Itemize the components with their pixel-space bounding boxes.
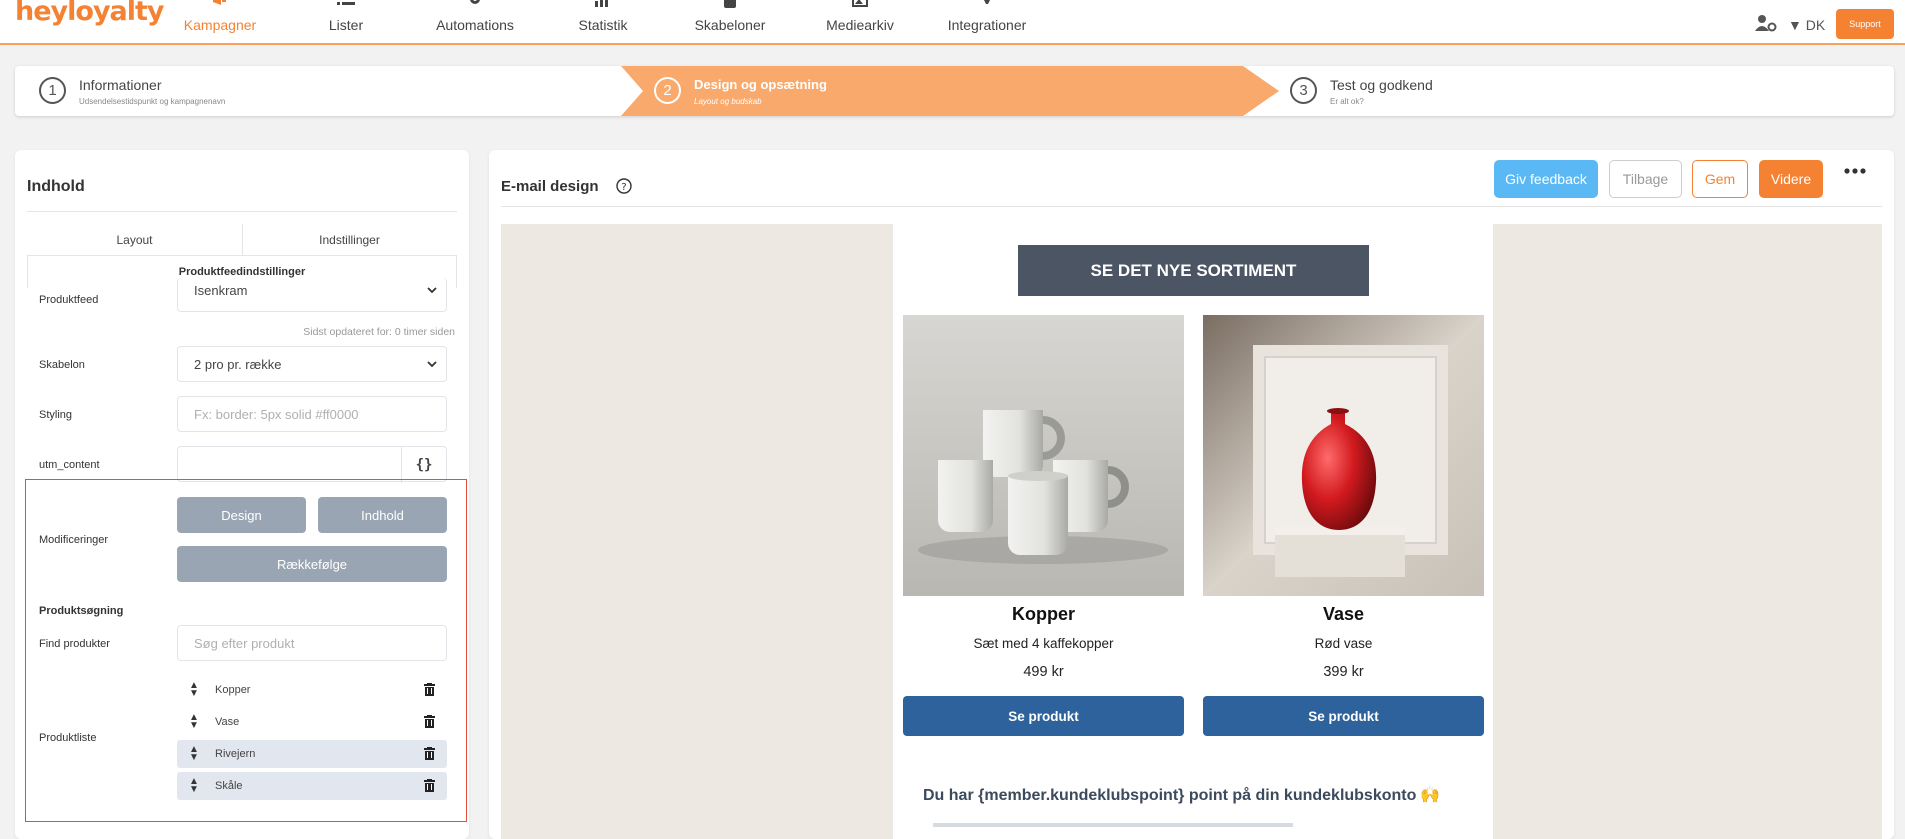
support-button[interactable]: Support xyxy=(1836,9,1894,39)
product-list-label: Produktliste xyxy=(39,732,97,744)
divider xyxy=(501,206,1882,207)
next-button[interactable]: Videre xyxy=(1759,160,1823,198)
trash-icon[interactable] xyxy=(424,715,435,728)
language-selector[interactable]: ▼ DK xyxy=(1788,17,1825,33)
image-gallery-icon xyxy=(852,0,868,7)
sort-icon[interactable]: ▲ ▼ xyxy=(189,713,199,731)
feedback-button[interactable]: Giv feedback xyxy=(1494,160,1598,198)
sort-icon[interactable]: ▲ ▼ xyxy=(189,745,199,763)
panel-title: E-mail design xyxy=(501,178,599,195)
more-options-icon[interactable] xyxy=(1844,168,1866,174)
megaphone-icon xyxy=(213,0,226,5)
email-canvas: SE DET NYE SORTIMENT Kopper Sæt med 4 ka… xyxy=(501,224,1882,839)
save-button[interactable]: Gem xyxy=(1692,160,1748,198)
panel-title: Indhold xyxy=(27,178,85,195)
step-informationer[interactable]: 1 Informationer Udsendelsestidspunkt og … xyxy=(27,66,607,116)
styling-label: Styling xyxy=(39,409,73,421)
back-button[interactable]: Tilbage xyxy=(1609,160,1682,198)
trash-icon[interactable] xyxy=(424,779,435,792)
find-products-label: Find produkter xyxy=(39,638,110,650)
product-price: 399 kr xyxy=(1323,664,1364,680)
raised-hands-icon: 🙌 xyxy=(1420,787,1441,804)
styling-input[interactable]: Fx: border: 5px solid #ff0000 xyxy=(177,396,447,432)
product-image-vase xyxy=(1203,315,1484,596)
tab-layout[interactable]: Layout xyxy=(27,224,242,256)
plug-icon xyxy=(984,0,990,4)
see-product-button[interactable]: Se produkt xyxy=(903,696,1184,736)
clipped-text-line xyxy=(933,823,1293,827)
tab-bar: Layout Indstillinger xyxy=(27,224,457,256)
feed-select[interactable]: Isenkram xyxy=(177,278,447,312)
list-item[interactable]: ▲ ▼ Skåle xyxy=(177,772,447,800)
tab-indstillinger[interactable]: Indstillinger xyxy=(242,224,457,256)
sort-icon[interactable]: ▲ ▼ xyxy=(189,777,199,795)
sort-icon[interactable]: ▲ ▼ xyxy=(189,681,199,699)
divider xyxy=(27,211,457,212)
utm-content-label: utm_content xyxy=(39,459,100,471)
product-name: Kopper xyxy=(1012,604,1075,624)
chevron-down-icon xyxy=(427,361,437,368)
modifications-label: Modificeringer xyxy=(39,534,109,546)
order-button[interactable]: Rækkefølge xyxy=(177,546,447,582)
step-design[interactable]: 2 Design og opsætning Layout og budskab xyxy=(642,66,1202,116)
list-item[interactable]: ▲ ▼ Kopper xyxy=(177,676,447,704)
points-text: Du har {member.kundeklubspoint} point på… xyxy=(923,787,1441,804)
user-settings-icon[interactable] xyxy=(1755,14,1777,32)
list-item[interactable]: ▲ ▼ Vase xyxy=(177,708,447,736)
nav-item-automations[interactable]: Automations xyxy=(430,0,520,42)
product-name: Vase xyxy=(1322,604,1365,624)
product-search-heading: Produktsøgning xyxy=(39,605,124,617)
product-description: Sæt med 4 kaffekopper xyxy=(973,636,1114,651)
step-test[interactable]: 3 Test og godkend Er alt ok? xyxy=(1278,66,1838,116)
email-preview[interactable]: SE DET NYE SORTIMENT Kopper Sæt med 4 ka… xyxy=(893,224,1493,839)
nav-item-integrationer[interactable]: Integrationer xyxy=(942,0,1032,42)
template-icon xyxy=(724,0,736,8)
product-image-cups xyxy=(903,315,1184,596)
product-description: Rød vase xyxy=(1314,636,1373,651)
bar-chart-icon xyxy=(595,0,608,7)
feed-updated-hint: Sidst opdateret for: 0 timer siden xyxy=(303,326,455,338)
chevron-down-icon xyxy=(427,287,437,294)
help-icon[interactable]: ? xyxy=(616,178,632,194)
template-select[interactable]: 2 pro pr. række xyxy=(177,346,447,382)
merge-tag-button[interactable]: {} xyxy=(401,447,446,483)
see-product-button[interactable]: Se produkt xyxy=(1203,696,1484,736)
utm-content-input[interactable]: {} xyxy=(177,446,447,483)
svg-text:?: ? xyxy=(621,182,626,193)
nav-item-statistik[interactable]: Statistik xyxy=(573,0,633,42)
product-price: 499 kr xyxy=(1023,664,1064,680)
template-label: Skabelon xyxy=(39,359,85,371)
trash-icon[interactable] xyxy=(424,747,435,760)
design-button[interactable]: Design xyxy=(177,497,306,533)
list-icon xyxy=(337,2,355,5)
product-list: ▲ ▼ Kopper ▲ ▼ Vase ▲ ▼ Rivejern ▲ ▼ Skåle xyxy=(177,676,447,804)
progress-stepper: 1 Informationer Udsendelsestidspunkt og … xyxy=(15,66,1894,116)
trash-icon[interactable] xyxy=(424,683,435,696)
product-search-input[interactable]: Søg efter produkt xyxy=(177,625,447,661)
list-item[interactable]: ▲ ▼ Rivejern xyxy=(177,740,447,768)
email-design-panel: E-mail design ? Giv feedback Tilbage Gem… xyxy=(489,150,1894,839)
logo[interactable]: heyloyalty xyxy=(15,0,165,27)
hero-banner[interactable]: SE DET NYE SORTIMENT xyxy=(1018,245,1369,296)
cogs-icon xyxy=(470,0,480,4)
nav-item-mediearkiv[interactable]: Mediearkiv xyxy=(820,0,900,42)
nav-item-skabeloner[interactable]: Skabeloner xyxy=(690,0,770,42)
feed-label: Produktfeed xyxy=(39,294,99,306)
top-navigation: heyloyalty Kampagner Lister Automations … xyxy=(0,0,1905,45)
nav-item-lister[interactable]: Lister xyxy=(316,0,376,42)
content-panel: Indhold Layout Indstillinger Produktfeed… xyxy=(15,150,469,839)
content-button[interactable]: Indhold xyxy=(318,497,447,533)
nav-item-kampagner[interactable]: Kampagner xyxy=(180,0,260,42)
